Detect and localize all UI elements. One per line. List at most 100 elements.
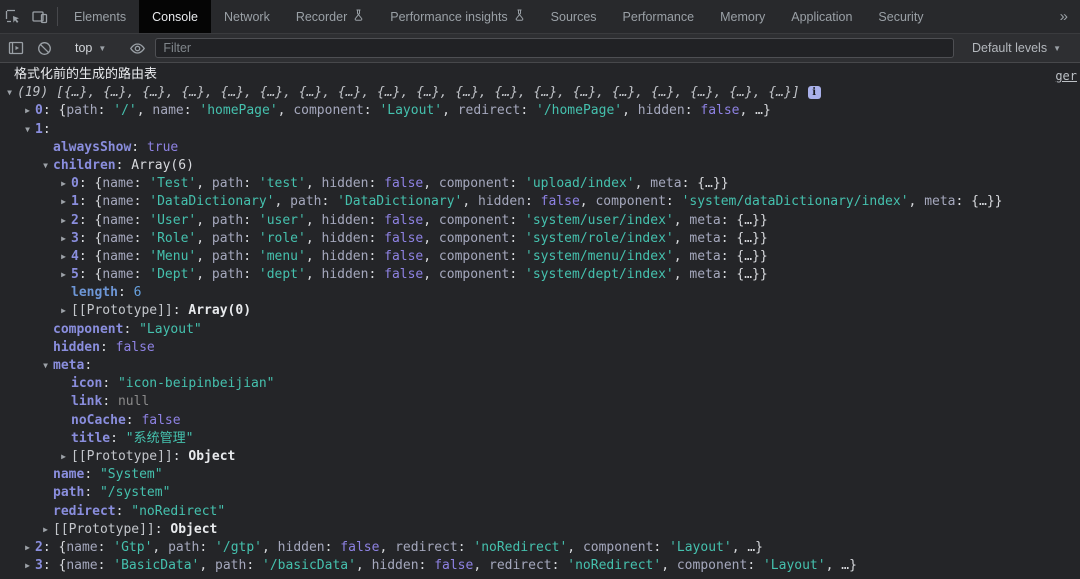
console-tree-row[interactable]: ▶ [[Prototype]]: Array(0) — [0, 302, 1080, 320]
string-value: 'DataDictionary' — [337, 194, 463, 210]
punctuation: , — [673, 230, 690, 246]
punctuation: , — [262, 539, 278, 555]
preview-property-key: component — [595, 194, 666, 210]
expand-arrow-icon[interactable]: ▶ — [57, 248, 70, 266]
expand-arrow-icon[interactable]: ▶ — [57, 448, 70, 466]
device-toolbar-icon[interactable] — [30, 7, 50, 27]
expand-arrow-icon[interactable]: ▶ — [39, 521, 52, 539]
punctuation: : {…}} — [720, 230, 768, 246]
prototype-value: Object — [170, 521, 218, 537]
punctuation: , — [673, 267, 690, 283]
string-value: 'system/role/index' — [525, 230, 674, 246]
collapse-arrow-icon[interactable]: ▼ — [39, 157, 52, 175]
string-value: 'noRedirect' — [473, 539, 568, 555]
punctuation: : — [133, 194, 150, 210]
live-expression-eye-icon[interactable] — [126, 37, 148, 59]
punctuation: : — [102, 376, 118, 392]
punctuation: , — [423, 267, 439, 283]
console-tree-row[interactable]: ▶ 0: {name: 'Test', path: 'test', hidden:… — [0, 175, 1080, 193]
inspect-element-icon[interactable] — [2, 7, 22, 27]
string-value: 'Layout' — [379, 103, 443, 119]
console-tree-row[interactable]: ▶ 2: {name: 'User', path: 'user', hidden:… — [0, 212, 1080, 230]
console-tree-row[interactable]: ▼ (19) [{…}, {…}, {…}, {…}, {…}, {…}, {…}… — [0, 84, 1080, 102]
preview-property-key: name — [66, 539, 98, 555]
tab-recorder[interactable]: Recorder — [283, 0, 377, 33]
preview-property-key: component — [582, 539, 654, 555]
experimental-flask-icon — [514, 9, 525, 24]
console-tree-row[interactable]: ▶ 3: {name: 'Role', path: 'role', hidden:… — [0, 230, 1080, 248]
punctuation: , — [196, 230, 212, 246]
console-tree-row[interactable]: ▼ 1: — [0, 121, 1080, 139]
console-tree-row[interactable]: ▶ [[Prototype]]: Object — [0, 448, 1080, 466]
string-value: 'test' — [258, 176, 306, 192]
punctuation: , — [196, 212, 212, 228]
console-tree-row[interactable]: ▶ 2: {name: 'Gtp', path: '/gtp', hidden: … — [0, 539, 1080, 557]
boolean-value: false — [384, 212, 424, 228]
expand-arrow-icon[interactable]: ▶ — [57, 230, 70, 248]
tab-elements[interactable]: Elements — [61, 0, 139, 33]
javascript-context-selector[interactable]: top ▼ — [67, 41, 114, 55]
tab-console[interactable]: Console — [139, 0, 211, 33]
expand-arrow-icon[interactable]: ▶ — [21, 557, 34, 575]
boolean-value: false — [384, 248, 424, 264]
punctuation: : — [368, 212, 385, 228]
punctuation: : { — [42, 558, 67, 574]
expand-arrow-icon[interactable]: ▶ — [57, 302, 70, 320]
punctuation: : {…}} — [955, 194, 1003, 210]
boolean-value: false — [540, 194, 580, 210]
console-tree-row[interactable]: ▶ 3: {name: 'BasicData', path: '/basicDat… — [0, 557, 1080, 575]
property-key: component — [53, 321, 124, 337]
console-tree-row: component: "Layout" — [0, 321, 1080, 339]
punctuation: : — [243, 212, 259, 228]
console-tree-row[interactable]: ▶ [[Prototype]]: Object — [0, 521, 1080, 539]
expand-arrow-icon[interactable]: ▶ — [21, 539, 34, 557]
string-value: 'DataDictionary' — [149, 194, 275, 210]
console-tree-row[interactable]: ▶ 0: {path: '/', name: 'homePage', compon… — [0, 102, 1080, 120]
punctuation: : — [172, 303, 189, 319]
string-value: 'Menu' — [149, 248, 197, 264]
punctuation: : — [133, 176, 150, 192]
console-tree-row[interactable]: ▼ children: Array(6) — [0, 157, 1080, 175]
expand-arrow-icon[interactable]: ▶ — [21, 102, 34, 120]
boolean-value: false — [384, 267, 424, 283]
collapse-arrow-icon[interactable]: ▼ — [21, 121, 34, 139]
tab-memory[interactable]: Memory — [707, 0, 778, 33]
expand-arrow-icon[interactable]: ▶ — [57, 175, 70, 193]
expand-arrow-icon[interactable]: ▶ — [57, 212, 70, 230]
punctuation: : — [747, 558, 763, 574]
filter-input[interactable] — [155, 38, 955, 58]
clear-console-icon[interactable] — [33, 37, 55, 59]
console-sidebar-icon[interactable] — [5, 37, 27, 59]
array-preview: (19) [{…}, {…}, {…}, {…}, {…}, {…}, {…},… — [17, 85, 800, 101]
console-tree-row[interactable]: ▶ 4: {name: 'Menu', path: 'menu', hidden:… — [0, 248, 1080, 266]
tab-performance-insights[interactable]: Performance insights — [377, 0, 537, 33]
tab-security[interactable]: Security — [865, 0, 936, 33]
console-tree-row[interactable]: ▶ 5: {name: 'Dept', path: 'dept', hidden:… — [0, 266, 1080, 284]
log-levels-selector[interactable]: Default levels ▼ — [964, 41, 1069, 55]
collapse-arrow-icon[interactable]: ▼ — [3, 84, 16, 102]
more-tabs-icon[interactable]: » — [1046, 0, 1080, 33]
punctuation: , …} — [825, 558, 857, 574]
console-tree-row[interactable]: ▼ meta: — [0, 357, 1080, 375]
tab-performance[interactable]: Performance — [610, 0, 708, 33]
string-value: 'Role' — [149, 230, 197, 246]
punctuation: : — [665, 194, 682, 210]
expand-arrow-icon[interactable]: ▶ — [57, 193, 70, 211]
punctuation: , — [379, 539, 396, 555]
info-icon[interactable]: i — [807, 86, 821, 100]
collapse-arrow-icon[interactable]: ▼ — [39, 357, 52, 375]
prototype-key: [[Prototype]] — [71, 448, 173, 464]
punctuation: , — [579, 194, 596, 210]
tab-sources[interactable]: Sources — [538, 0, 610, 33]
preview-property-key: name — [152, 103, 184, 119]
punctuation: , — [423, 248, 439, 264]
punctuation: : — [243, 230, 259, 246]
string-value: 'system/menu/index' — [525, 248, 674, 264]
string-value: 'homePage' — [199, 103, 278, 119]
expand-arrow-icon[interactable]: ▶ — [57, 266, 70, 284]
punctuation: , — [908, 194, 925, 210]
console-tree-row[interactable]: ▶ 1: {name: 'DataDictionary', path: 'Data… — [0, 193, 1080, 211]
tab-application[interactable]: Application — [778, 0, 865, 33]
punctuation: , — [274, 194, 291, 210]
tab-network[interactable]: Network — [211, 0, 283, 33]
